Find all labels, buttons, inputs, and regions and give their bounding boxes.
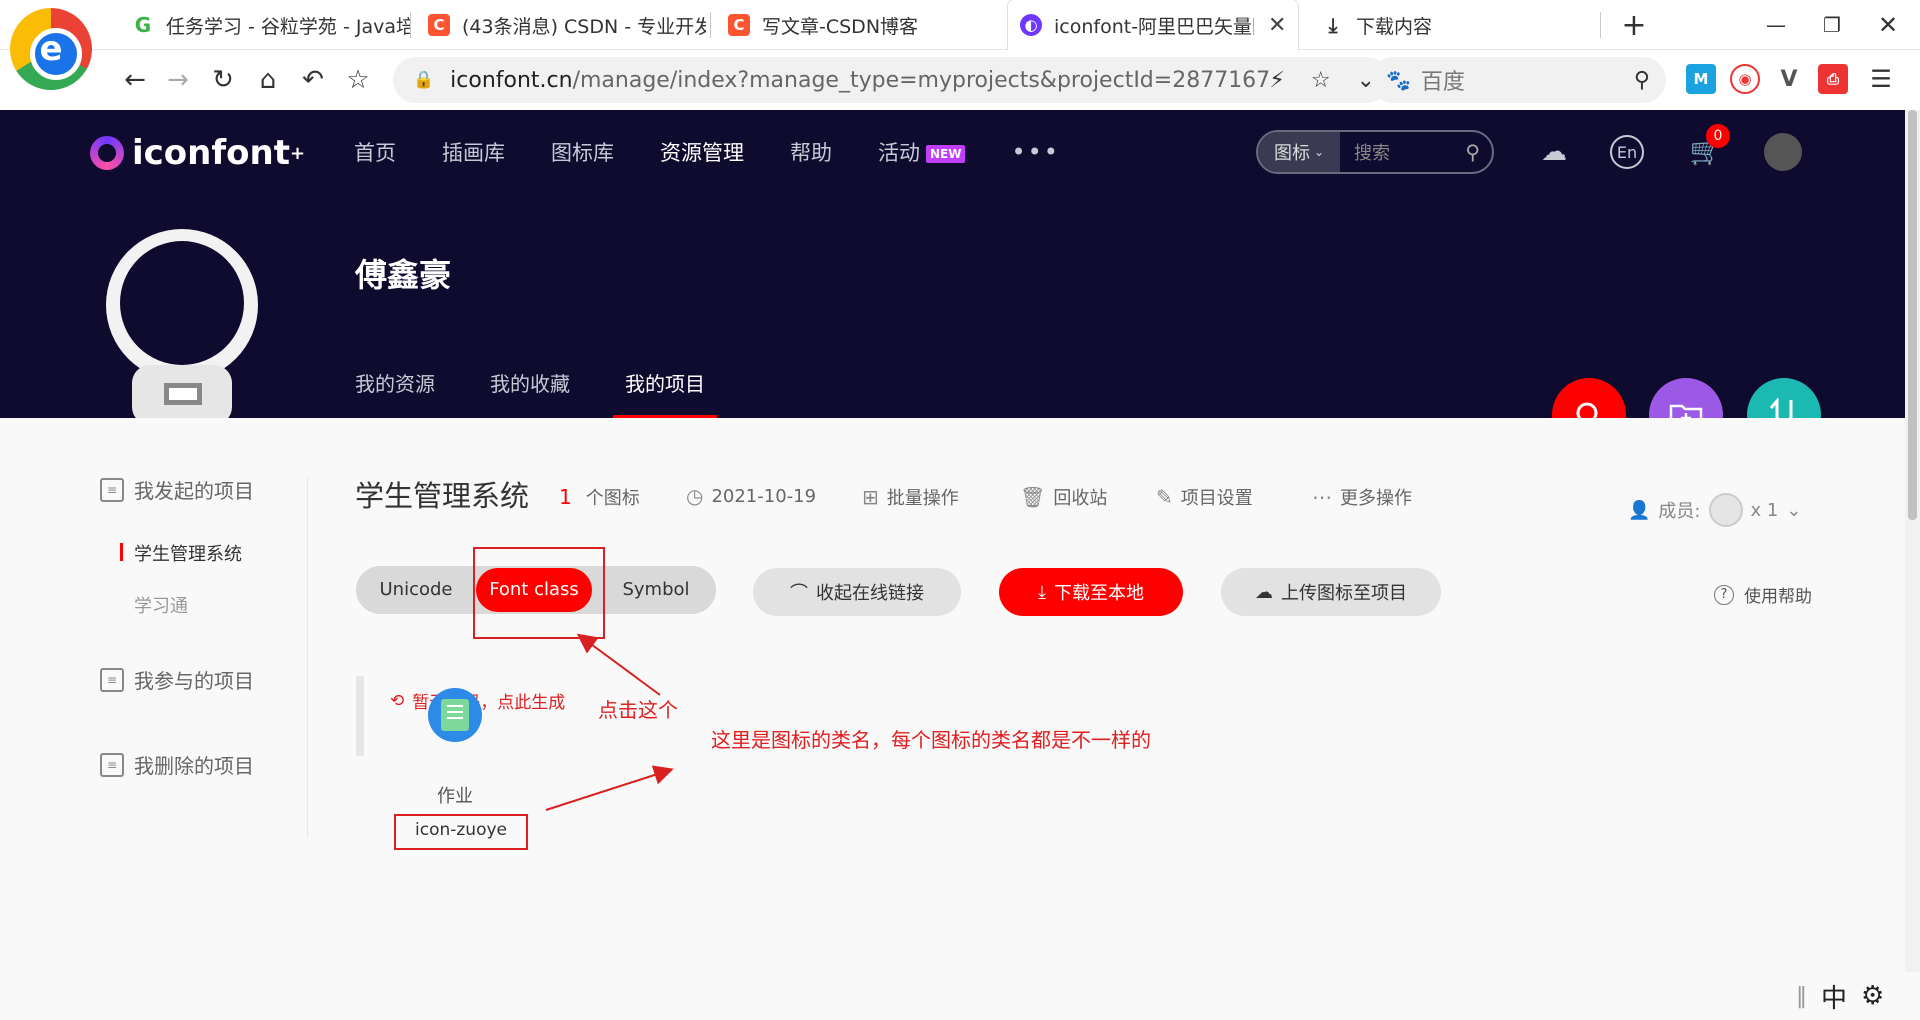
tab-csdn-write[interactable]: C 写文章-CSDN博客 xyxy=(716,0,1006,50)
extension-pdf-icon[interactable]: ⎙ xyxy=(1818,64,1848,94)
tab-my-projects[interactable]: 我的项目 xyxy=(613,364,717,418)
nav-resource-management[interactable]: 资源管理 xyxy=(660,137,744,167)
browser-search-box[interactable]: 🐾 百度 ⚲ xyxy=(1370,57,1666,103)
lock-icon: 🔒 xyxy=(413,70,435,90)
nav-activity-label: 活动 xyxy=(878,141,920,165)
browser-logo-icon: e xyxy=(10,8,92,90)
ime-toolbar: ‖ 中 ⚙ xyxy=(1796,972,1920,1020)
profile-username: 傅鑫豪 xyxy=(355,256,452,294)
cart-count-badge: 0 xyxy=(1706,124,1730,148)
minimize-button[interactable]: — xyxy=(1748,0,1804,50)
logo-plus: + xyxy=(289,142,306,164)
download-icon: ⤓ xyxy=(1328,13,1338,37)
iconfont-favicon-icon: ◐ xyxy=(1020,14,1042,36)
csdn-favicon-icon: C xyxy=(428,14,450,36)
profile-avatar xyxy=(102,225,262,418)
back-button[interactable]: ← xyxy=(115,50,155,110)
address-bar[interactable]: 🔒 iconfont.cn/manage/index?manage_type=m… xyxy=(393,57,1389,103)
close-icon[interactable]: ✕ xyxy=(1268,13,1286,38)
window-close-button[interactable]: ✕ xyxy=(1860,0,1916,50)
nav-activity[interactable]: 活动 NEW xyxy=(878,137,966,167)
csdn-favicon-icon: C xyxy=(728,14,750,36)
extension-audio-icon[interactable]: ◉ xyxy=(1730,64,1760,94)
new-tab-button[interactable]: + xyxy=(1606,0,1662,50)
site-search: 图标 ⌄ 搜索 ⚲ xyxy=(1256,130,1494,174)
menu-icon[interactable]: ☰ xyxy=(1866,64,1896,94)
url-host: iconfont.cn xyxy=(450,67,573,93)
search-type-label: 图标 xyxy=(1273,143,1310,164)
lightning-icon[interactable]: ⚡ xyxy=(1269,68,1284,93)
tab-iconfont[interactable]: ◐ iconfont-阿里巴巴矢量图 ✕ xyxy=(1008,0,1298,50)
scrollbar-thumb[interactable] xyxy=(1908,110,1917,520)
tab-title: 写文章-CSDN博客 xyxy=(762,15,919,38)
undo-close-button[interactable]: ↶ xyxy=(293,50,333,110)
guli-favicon-icon: G xyxy=(132,13,154,37)
nav-icon-library[interactable]: 图标库 xyxy=(551,137,614,167)
browser-tab-bar: e G 任务学习 - 谷粒学苑 - Java培 C (43条消息) CSDN -… xyxy=(0,0,1920,90)
search-type-select[interactable]: 图标 ⌄ xyxy=(1258,132,1340,172)
forward-button[interactable]: → xyxy=(158,50,198,110)
new-badge: NEW xyxy=(926,145,966,163)
search-placeholder: 百度 xyxy=(1420,70,1465,95)
tab-separator xyxy=(410,12,411,38)
upload-cloud-icon[interactable]: ☁ xyxy=(1534,132,1574,172)
restore-button[interactable]: ❐ xyxy=(1804,0,1860,50)
annotation-arrows xyxy=(545,633,674,811)
iconfont-logo-icon xyxy=(90,136,124,170)
main-nav: 首页 插画库 图标库 资源管理 帮助 活动 NEW ••• xyxy=(354,132,1060,172)
extension-v-icon[interactable]: V xyxy=(1774,64,1804,94)
nav-home[interactable]: 首页 xyxy=(354,137,396,167)
search-icon[interactable]: ⚲ xyxy=(1465,140,1480,164)
extension-m-icon[interactable]: M xyxy=(1686,64,1716,94)
browser-toolbar: ← → ↻ ⌂ ↶ ☆ 🔒 iconfont.cn/manage/index?m… xyxy=(0,50,1920,110)
nav-help[interactable]: 帮助 xyxy=(790,137,832,167)
tab-downloads[interactable]: ⤓ 下载内容 xyxy=(1310,0,1600,50)
cart-icon[interactable]: 🛒 0 xyxy=(1686,124,1730,172)
user-avatar[interactable] xyxy=(1764,133,1802,171)
tab-separator xyxy=(1600,12,1601,38)
logo-text: iconfont xyxy=(132,133,290,173)
baidu-paw-icon: 🐾 xyxy=(1386,68,1411,92)
bookmark-star-icon[interactable]: ☆ xyxy=(1311,68,1331,93)
url-path: /manage/index?manage_type=myprojects&pro… xyxy=(572,67,1271,93)
chevron-down-icon: ⌄ xyxy=(1313,145,1325,159)
home-button[interactable]: ⌂ xyxy=(248,50,288,110)
site-search-input[interactable]: 搜索 xyxy=(1354,139,1465,165)
tab-csdn-messages[interactable]: C (43条消息) CSDN - 专业开发 xyxy=(416,0,706,50)
iconfont-logo[interactable]: iconfont + xyxy=(90,130,305,176)
main-content: ≡ 我发起的项目 学生管理系统 学习通 ≡ 我参与的项目 ≡ 我删除的项目 学生管理系… xyxy=(0,418,1905,1020)
profile-subnav: 我的资源 我的收藏 我的项目 xyxy=(355,364,760,418)
more-dots-icon[interactable]: ••• xyxy=(1011,138,1059,166)
ime-language-toggle[interactable]: 中 xyxy=(1821,978,1847,1015)
search-icon[interactable]: ⚲ xyxy=(1634,68,1650,93)
favorite-star-icon[interactable]: ☆ xyxy=(338,50,378,110)
nav-illustrations[interactable]: 插画库 xyxy=(442,137,505,167)
ime-divider: ‖ xyxy=(1796,983,1807,1009)
astronaut-avatar-icon xyxy=(106,229,258,418)
tab-title: iconfont-阿里巴巴矢量图 xyxy=(1054,15,1254,38)
tab-title: (43条消息) CSDN - 专业开发 xyxy=(462,15,706,38)
tab-my-resources[interactable]: 我的资源 xyxy=(355,364,435,418)
tab-title: 任务学习 - 谷粒学苑 - Java培 xyxy=(166,15,410,38)
site-header: iconfont + 首页 插画库 图标库 资源管理 帮助 活动 NEW ••• 图… xyxy=(0,110,1905,418)
tab-separator xyxy=(710,12,711,38)
reload-button[interactable]: ↻ xyxy=(203,50,243,110)
tab-guli[interactable]: G 任务学习 - 谷粒学苑 - Java培 xyxy=(120,0,410,50)
language-toggle[interactable]: En xyxy=(1610,135,1644,169)
gear-icon[interactable]: ⚙ xyxy=(1861,981,1884,1011)
tab-title: 下载内容 xyxy=(1356,15,1433,38)
tab-my-favorites[interactable]: 我的收藏 xyxy=(490,364,570,418)
page-scrollbar[interactable] xyxy=(1905,110,1920,1020)
